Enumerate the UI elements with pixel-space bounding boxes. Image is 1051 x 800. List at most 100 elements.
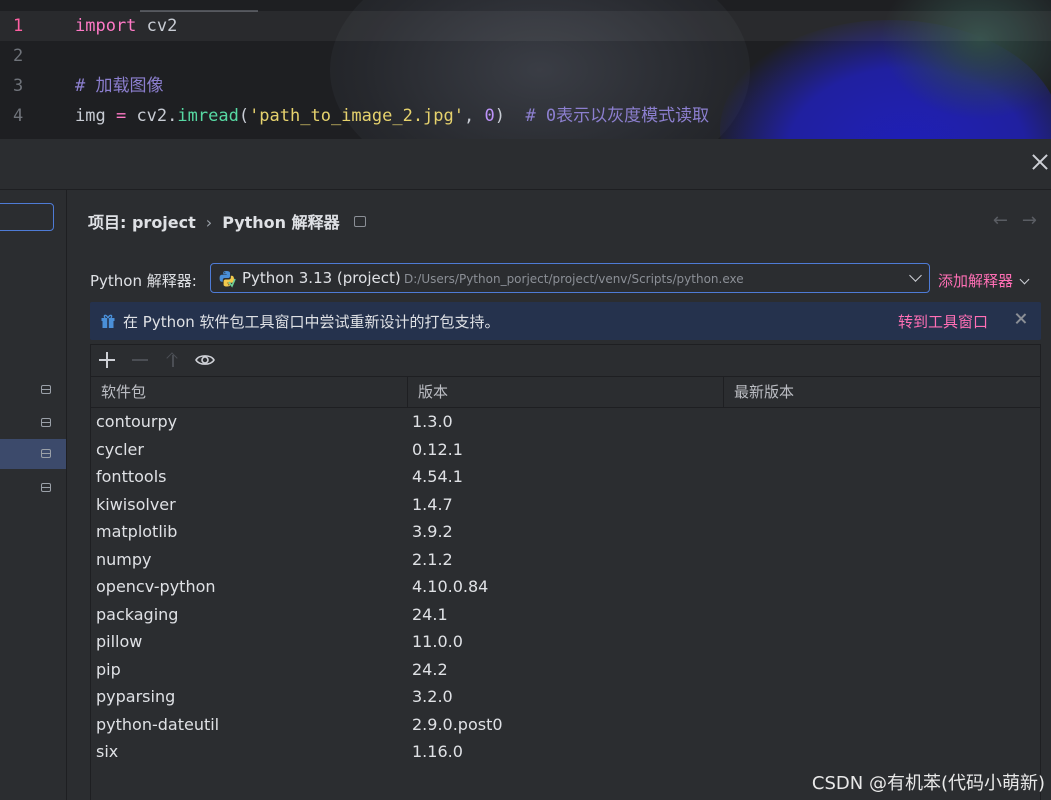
- close-icon[interactable]: [1031, 153, 1049, 171]
- code-token: 0: [484, 106, 495, 126]
- package-name: pillow: [96, 632, 143, 651]
- banner-text: 在 Python 软件包工具窗口中尝试重新设计的打包支持。: [123, 313, 500, 331]
- add-interpreter-button[interactable]: 添加解释器: [938, 270, 1030, 291]
- dialog-title-bar: [0, 139, 1051, 190]
- package-name: kiwisolver: [96, 494, 176, 514]
- package-version: 4.10.0.84: [412, 577, 489, 596]
- eye-icon[interactable]: [194, 349, 216, 371]
- interpreter-dropdown[interactable]: Python 3.13 (project) D:/Users/Python_po…: [210, 263, 930, 293]
- back-forward-arrows[interactable]: ←→: [993, 210, 1051, 231]
- table-row[interactable]: pip 24.2: [91, 656, 1040, 683]
- package-name: contourpy: [96, 412, 178, 431]
- code-token: ,: [464, 106, 485, 126]
- line-number: 1: [13, 16, 24, 36]
- interpreter-name: Python 3.13 (project): [242, 269, 401, 287]
- line-number: 4: [13, 106, 24, 126]
- code-line[interactable]: 3 # 加载图像: [0, 71, 1051, 101]
- table-row[interactable]: numpy 2.1.2: [91, 546, 1040, 573]
- table-row[interactable]: contourpy 1.3.0: [91, 408, 1040, 435]
- code-token: cv2.: [126, 106, 178, 126]
- sidebar-item[interactable]: [0, 408, 66, 438]
- breadcrumb: 项目: project › Python 解释器: [88, 209, 366, 233]
- package-name: six: [96, 742, 119, 761]
- upgrade-package-icon[interactable]: [162, 349, 184, 371]
- remove-package-icon[interactable]: [129, 349, 151, 371]
- code-text: img = cv2.imread('path_to_image_2.jpg', …: [75, 101, 709, 131]
- package-toolbar: [91, 345, 1040, 377]
- code-line[interactable]: 2: [0, 41, 1051, 71]
- code-token: # 加载图像: [75, 76, 164, 96]
- sidebar-item[interactable]: [0, 375, 66, 405]
- code-token: imread: [177, 106, 239, 126]
- chevron-down-icon: [909, 269, 922, 282]
- package-version: 24.2: [412, 659, 448, 679]
- project-scope-icon: [41, 385, 51, 394]
- package-version: 3.9.2: [412, 522, 453, 541]
- add-interpreter-label: 添加解释器: [938, 272, 1014, 290]
- project-scope-icon: [41, 418, 51, 427]
- settings-dialog: 项目: project › Python 解释器 ←→ Python 解释器: Py…: [0, 139, 1051, 800]
- add-package-icon[interactable]: [96, 349, 118, 371]
- table-row[interactable]: pyparsing 3.2.0: [91, 683, 1040, 710]
- settings-main-panel: 项目: project › Python 解释器 ←→ Python 解释器: Py…: [67, 190, 1051, 800]
- line-number: 3: [13, 76, 24, 96]
- table-row[interactable]: opencv-python 4.10.0.84: [91, 573, 1040, 600]
- interpreter-label: Python 解释器:: [90, 272, 197, 290]
- project-scope-icon: [41, 483, 51, 492]
- table-row[interactable]: cycler 0.12.1: [91, 436, 1040, 463]
- table-row[interactable]: packaging 24.1: [91, 601, 1040, 628]
- table-row[interactable]: python-dateutil 2.9.0.post0: [91, 711, 1040, 738]
- package-name: fonttools: [96, 467, 167, 486]
- code-text: # 加载图像: [75, 71, 163, 101]
- package-version: 2.1.2: [412, 549, 453, 569]
- info-banner: 在 Python 软件包工具窗口中尝试重新设计的打包支持。 转到工具窗口: [90, 302, 1041, 340]
- package-name: python-dateutil: [96, 714, 220, 734]
- package-name: cycler: [96, 439, 144, 459]
- breadcrumb-page: Python 解释器: [222, 213, 340, 232]
- table-row[interactable]: pillow 11.0.0: [91, 628, 1040, 655]
- code-token: import: [75, 16, 137, 36]
- package-name: pyparsing: [96, 687, 176, 706]
- package-version: 11.0.0: [412, 632, 463, 651]
- sidebar-item[interactable]: [0, 473, 66, 503]
- package-version: 4.54.1: [412, 467, 463, 486]
- code-editor[interactable]: 1 import cv2 2 3 # 加载图像 4 img = cv2.imread('pa…: [0, 0, 1051, 139]
- breadcrumb-project[interactable]: 项目: project: [88, 213, 196, 232]
- table-row[interactable]: kiwisolver 1.4.7: [91, 491, 1040, 518]
- sidebar-item-python-interpreter[interactable]: [0, 439, 66, 469]
- package-version: 0.12.1: [412, 439, 463, 459]
- go-to-tool-window-link[interactable]: 转到工具窗口: [898, 311, 988, 332]
- watermark: CSDN @有机苯(代码小萌新): [811, 773, 1045, 794]
- code-line[interactable]: 4 img = cv2.imread('path_to_image_2.jpg',…: [0, 101, 1051, 131]
- breadcrumb-separator: ›: [205, 213, 213, 232]
- table-row[interactable]: six 1.16.0: [91, 738, 1040, 765]
- package-name: matplotlib: [96, 522, 178, 541]
- close-icon[interactable]: [1014, 312, 1028, 326]
- table-row[interactable]: matplotlib 3.9.2: [91, 518, 1040, 545]
- package-table-panel: 软件包 版本 最新版本 contourpy 1.3.0 cycler 0.12.1 fo…: [90, 344, 1041, 800]
- code-text: import cv2: [75, 11, 177, 41]
- package-name: opencv-python: [96, 577, 216, 596]
- column-header-package[interactable]: 软件包: [91, 377, 407, 407]
- code-token: ): [494, 106, 526, 126]
- settings-search-input[interactable]: [0, 203, 54, 231]
- code-token: cv2: [136, 16, 178, 36]
- code-line[interactable]: 1 import cv2: [0, 11, 1051, 41]
- line-number: 2: [13, 46, 24, 66]
- project-scope-icon: [41, 449, 51, 458]
- python-icon: [219, 271, 236, 288]
- interpreter-path: D:/Users/Python_porject/project/venv/Scr…: [404, 272, 744, 286]
- package-version: 24.1: [412, 604, 448, 624]
- code-token: (: [238, 106, 250, 126]
- package-version: 2.9.0.post0: [412, 714, 503, 734]
- settings-sidebar: [0, 190, 67, 800]
- table-row[interactable]: fonttools 4.54.1: [91, 463, 1040, 490]
- code-token: # 0表示以灰度模式读取: [525, 106, 710, 126]
- column-header-version[interactable]: 版本: [407, 377, 723, 407]
- column-header-latest-version[interactable]: 最新版本: [723, 377, 1040, 407]
- code-token: 'path_to_image_2.jpg': [249, 106, 464, 126]
- package-version: 1.3.0: [412, 412, 453, 431]
- gift-icon: [101, 314, 115, 328]
- chevron-down-icon: [1019, 274, 1030, 285]
- code-token: img: [75, 106, 116, 126]
